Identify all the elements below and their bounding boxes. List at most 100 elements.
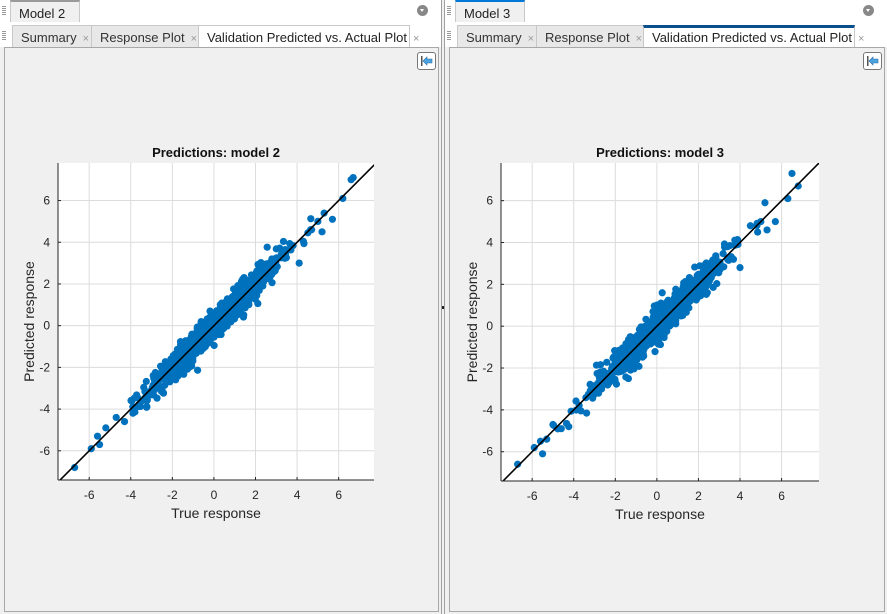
x-tick-label: 6	[778, 489, 785, 503]
y-tick-label: 6	[43, 194, 50, 208]
data-point	[658, 289, 666, 297]
data-point	[349, 173, 357, 182]
data-point	[604, 380, 612, 388]
y-tick-label: -6	[39, 444, 50, 458]
data-point	[723, 243, 732, 251]
x-tick-label: -6	[84, 488, 95, 502]
data-point	[202, 340, 210, 348]
data-point	[279, 237, 288, 246]
y-tick-label: 6	[486, 194, 493, 208]
data-point	[691, 263, 699, 271]
y-tick-label: 2	[43, 277, 50, 291]
y-tick-label: -4	[482, 403, 493, 417]
data-point	[300, 240, 308, 248]
data-point	[266, 266, 274, 274]
data-point	[161, 381, 169, 389]
data-point	[120, 418, 129, 426]
data-point	[253, 267, 261, 275]
x-tick-label: -6	[527, 489, 538, 503]
x-tick-label: 6	[335, 488, 342, 502]
data-point	[562, 419, 571, 428]
data-point	[746, 222, 755, 230]
data-point	[736, 264, 744, 272]
data-point	[654, 340, 662, 348]
data-point	[680, 279, 688, 287]
data-point	[713, 280, 721, 288]
x-tick-label: -4	[125, 488, 136, 502]
data-point	[788, 169, 796, 178]
data-point	[638, 331, 646, 339]
y-axis-label: Predicted response	[21, 261, 37, 382]
data-point	[754, 228, 762, 236]
data-point	[655, 330, 664, 338]
y-tick-label: 2	[486, 277, 493, 291]
data-point	[651, 348, 659, 356]
y-tick-label: -2	[39, 360, 50, 374]
data-point	[131, 408, 139, 416]
data-point	[188, 362, 196, 370]
data-point	[93, 432, 102, 440]
data-point	[193, 366, 202, 374]
data-point	[133, 391, 141, 399]
data-point	[153, 394, 161, 402]
data-point	[567, 407, 575, 415]
chart-title: Predictions: model 2	[152, 145, 280, 160]
data-point	[215, 309, 224, 317]
data-point	[642, 325, 650, 333]
data-point	[263, 243, 271, 251]
y-tick-label: -4	[39, 402, 50, 416]
data-point	[217, 325, 225, 333]
data-point	[557, 425, 565, 433]
x-tick-label: -4	[568, 489, 579, 503]
data-point	[112, 413, 120, 422]
data-point	[624, 374, 632, 383]
x-tick-label: -2	[167, 488, 178, 502]
data-point	[538, 450, 547, 458]
data-point	[675, 290, 683, 298]
x-tick-label: 0	[654, 489, 661, 503]
data-point	[295, 259, 303, 267]
data-point	[318, 228, 326, 236]
data-point	[642, 315, 650, 323]
data-point	[672, 312, 680, 320]
data-point	[238, 280, 246, 288]
model-3-panel: Model 3 Summary × Response Plot × Validati…	[445, 0, 887, 614]
data-point	[582, 409, 591, 417]
x-axis-label: True response	[171, 505, 261, 521]
data-point	[771, 217, 779, 226]
y-tick-label: 0	[43, 319, 50, 333]
data-point	[128, 397, 136, 405]
y-tick-label: -2	[482, 361, 493, 375]
data-point	[625, 356, 633, 365]
plot-area: -6 -4 -2 0 2 4 6 -6 -4 -2 0 2 4 6 Predictions: model 3…	[449, 47, 885, 612]
x-tick-label: -2	[610, 489, 621, 503]
data-point	[593, 369, 601, 378]
data-point	[592, 361, 601, 369]
data-point	[251, 295, 259, 303]
data-point	[143, 403, 151, 411]
y-tick-label: 4	[486, 236, 493, 250]
y-tick-label: 0	[486, 319, 493, 333]
data-point	[159, 389, 167, 397]
x-tick-label: 2	[695, 489, 702, 503]
data-point	[572, 397, 580, 405]
data-point	[224, 316, 232, 324]
data-point	[169, 354, 177, 362]
data-point	[712, 254, 720, 262]
data-point	[307, 215, 315, 223]
plot-area: -6 -4 -2 0 2 4 6 -6 -4 -2 0 2 4 6 Predictions: model 2…	[4, 47, 439, 612]
data-point	[612, 380, 621, 388]
data-point	[693, 294, 701, 302]
data-point	[229, 292, 237, 300]
data-point	[614, 350, 622, 358]
data-point	[589, 394, 597, 402]
x-axis-label: True response	[615, 506, 705, 522]
data-point	[240, 311, 248, 319]
data-point	[761, 199, 769, 207]
data-point	[683, 298, 691, 306]
y-axis-label: Predicted response	[464, 261, 480, 382]
data-point	[150, 374, 158, 383]
x-tick-label: 0	[211, 488, 218, 502]
scatter-chart-model-2: -6 -4 -2 0 2 4 6 -6 -4 -2 0 2 4 6 Predictions: model 2…	[21, 145, 374, 521]
data-point	[763, 226, 771, 234]
